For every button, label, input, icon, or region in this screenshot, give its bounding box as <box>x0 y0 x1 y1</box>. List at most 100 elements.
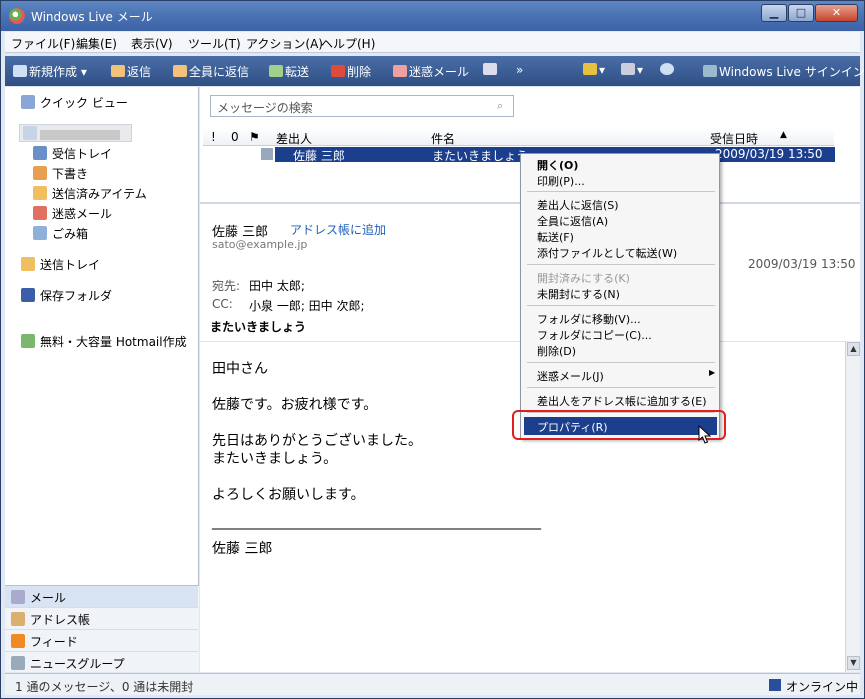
scrollbar[interactable]: ▲ ▼ <box>845 341 860 672</box>
print-icon <box>483 63 497 75</box>
status-online: オンライン中 <box>786 680 859 694</box>
folder-junk[interactable]: 迷惑メール <box>33 205 112 222</box>
menu-junk[interactable]: 迷惑メール(J) <box>537 368 604 384</box>
online-icon <box>769 679 781 691</box>
body-line: 佐藤 三郎 <box>212 541 273 557</box>
newsgroup-icon <box>11 656 25 670</box>
inbox-icon <box>33 146 47 160</box>
reply-button[interactable]: 返信 <box>111 63 151 80</box>
menu-file[interactable]: ファイル(F) <box>11 35 75 52</box>
sent-icon <box>33 186 47 200</box>
menu-separator <box>527 387 715 388</box>
forward-button[interactable]: 転送 <box>269 63 309 80</box>
flag-column-icon[interactable]: ⚑ <box>249 130 260 144</box>
scroll-up-button[interactable]: ▲ <box>847 342 860 356</box>
menu-help[interactable]: ヘルプ(H) <box>321 35 375 52</box>
app-window: Windows Live メール ▁ □ ✕ ファイル(F) 編集(E) 表示(… <box>0 0 865 699</box>
reply-icon <box>111 65 125 77</box>
minimize-button[interactable]: ▁ <box>761 4 787 22</box>
menu-tools[interactable]: ツール(T) <box>188 35 241 52</box>
people-icon <box>703 65 717 77</box>
new-mail-icon <box>13 65 27 77</box>
preview-subject: またいきましょう <box>210 320 307 334</box>
folder-saved[interactable]: 保存フォルダ <box>21 287 112 304</box>
account-name-blurred <box>40 130 120 140</box>
folder-drafts[interactable]: 下書き <box>33 165 88 182</box>
menu-forward-attachment[interactable]: 添付ファイルとして転送(W) <box>537 245 677 261</box>
menu-delete[interactable]: 削除(D) <box>537 343 576 359</box>
print-button[interactable] <box>483 63 499 77</box>
menu-reply-sender[interactable]: 差出人に返信(S) <box>537 197 619 213</box>
column-subject[interactable]: 件名 <box>431 130 455 147</box>
menu-separator <box>527 264 715 265</box>
folder-sent[interactable]: 送信済みアイテム <box>33 185 147 202</box>
hotmail-signup-link[interactable]: 無料・大容量 Hotmail作成 <box>21 333 187 350</box>
body-line: 先日はありがとうございました。 <box>212 433 422 449</box>
help-button[interactable] <box>660 63 676 77</box>
windows-live-logo-icon <box>9 8 25 24</box>
menu-add-sender[interactable]: 差出人をアドレス帳に追加する(E) <box>537 393 707 409</box>
menu-separator <box>527 191 715 192</box>
nav-mail[interactable]: メール <box>5 586 198 608</box>
status-message-count: 1 通のメッセージ、0 通は未開封 <box>15 680 194 694</box>
submenu-arrow-icon: ▶ <box>709 368 716 377</box>
view-button[interactable]: ▾ <box>621 63 643 77</box>
quick-view-icon <box>21 95 35 109</box>
help-icon <box>660 63 674 75</box>
nav-newsgroups[interactable]: ニュースグループ <box>5 652 198 674</box>
body-line: よろしくお願いします。 <box>212 487 365 503</box>
menu-mark-read: 開封済みにする(K) <box>537 272 630 285</box>
column-received[interactable]: 受信日時 <box>710 130 758 147</box>
menu-print[interactable]: 印刷(P)... <box>537 173 585 189</box>
menu-view[interactable]: 表示(V) <box>131 35 173 52</box>
menu-copy-folder[interactable]: フォルダにコピー(C)... <box>537 327 652 343</box>
more-button[interactable]: » <box>516 63 523 77</box>
folder-trash[interactable]: ごみ箱 <box>33 225 88 242</box>
nav-contacts[interactable]: アドレス帳 <box>5 608 198 630</box>
delete-icon <box>331 65 345 77</box>
trash-icon <box>33 226 47 240</box>
mouse-cursor-icon <box>698 425 712 444</box>
close-button[interactable]: ✕ <box>815 4 858 22</box>
scroll-down-button[interactable]: ▼ <box>847 656 860 670</box>
nav-feeds[interactable]: フィード <box>5 630 198 652</box>
envelope-icon <box>261 148 273 160</box>
view-icon <box>621 63 635 75</box>
column-from[interactable]: 差出人 <box>276 130 312 147</box>
menu-edit[interactable]: 編集(E) <box>76 35 117 52</box>
menu-reply-all[interactable]: 全員に返信(A) <box>537 213 608 229</box>
preview-email: sato@example.jp <box>212 238 308 251</box>
attachment-column-icon[interactable]: 0 <box>231 130 239 144</box>
quick-view[interactable]: クイック ビュー <box>21 94 128 111</box>
menu-move-folder[interactable]: フォルダに移動(V)... <box>537 311 641 327</box>
priority-column-icon[interactable]: ! <box>211 130 216 144</box>
maximize-button[interactable]: □ <box>788 4 814 22</box>
status-bar: 1 通のメッセージ、0 通は未開封 オンライン中 <box>5 673 860 695</box>
contacts-icon <box>11 612 25 626</box>
menu-action[interactable]: アクション(A) <box>246 35 323 52</box>
brush-button[interactable]: ▾ <box>583 63 605 77</box>
reply-all-button[interactable]: 全員に返信 <box>173 63 249 80</box>
to-label: 宛先: <box>212 279 241 293</box>
new-button[interactable]: 新規作成 ▾ <box>13 63 87 80</box>
row-from: 佐藤 三郎 <box>293 149 345 163</box>
window-title: Windows Live メール <box>31 10 153 24</box>
body-line: 田中さん <box>212 361 268 377</box>
folder-outbox[interactable]: 送信トレイ <box>21 256 100 273</box>
sort-ascending-icon: ▲ <box>780 130 787 140</box>
account-header[interactable] <box>19 124 132 142</box>
search-input[interactable]: メッセージの検索 <box>210 95 514 117</box>
menu-separator <box>527 362 715 363</box>
delete-button[interactable]: 削除 <box>331 63 371 80</box>
menu-forward[interactable]: 転送(F) <box>537 229 574 245</box>
junk-button[interactable]: 迷惑メール <box>393 63 469 80</box>
menu-open[interactable]: 開く(O) <box>537 157 578 173</box>
row-date: 2009/03/19 13:50 <box>715 147 823 161</box>
junk-icon <box>393 65 407 77</box>
add-contact-link[interactable]: アドレス帳に追加 <box>290 221 386 238</box>
search-icon[interactable]: ⌕ <box>497 99 503 113</box>
to-value: 田中 太郎; <box>249 279 305 293</box>
menu-mark-unread[interactable]: 未開封にする(N) <box>537 286 620 302</box>
folder-inbox[interactable]: 受信トレイ <box>33 145 112 162</box>
signin-button[interactable]: Windows Live サインイン <box>703 63 865 80</box>
